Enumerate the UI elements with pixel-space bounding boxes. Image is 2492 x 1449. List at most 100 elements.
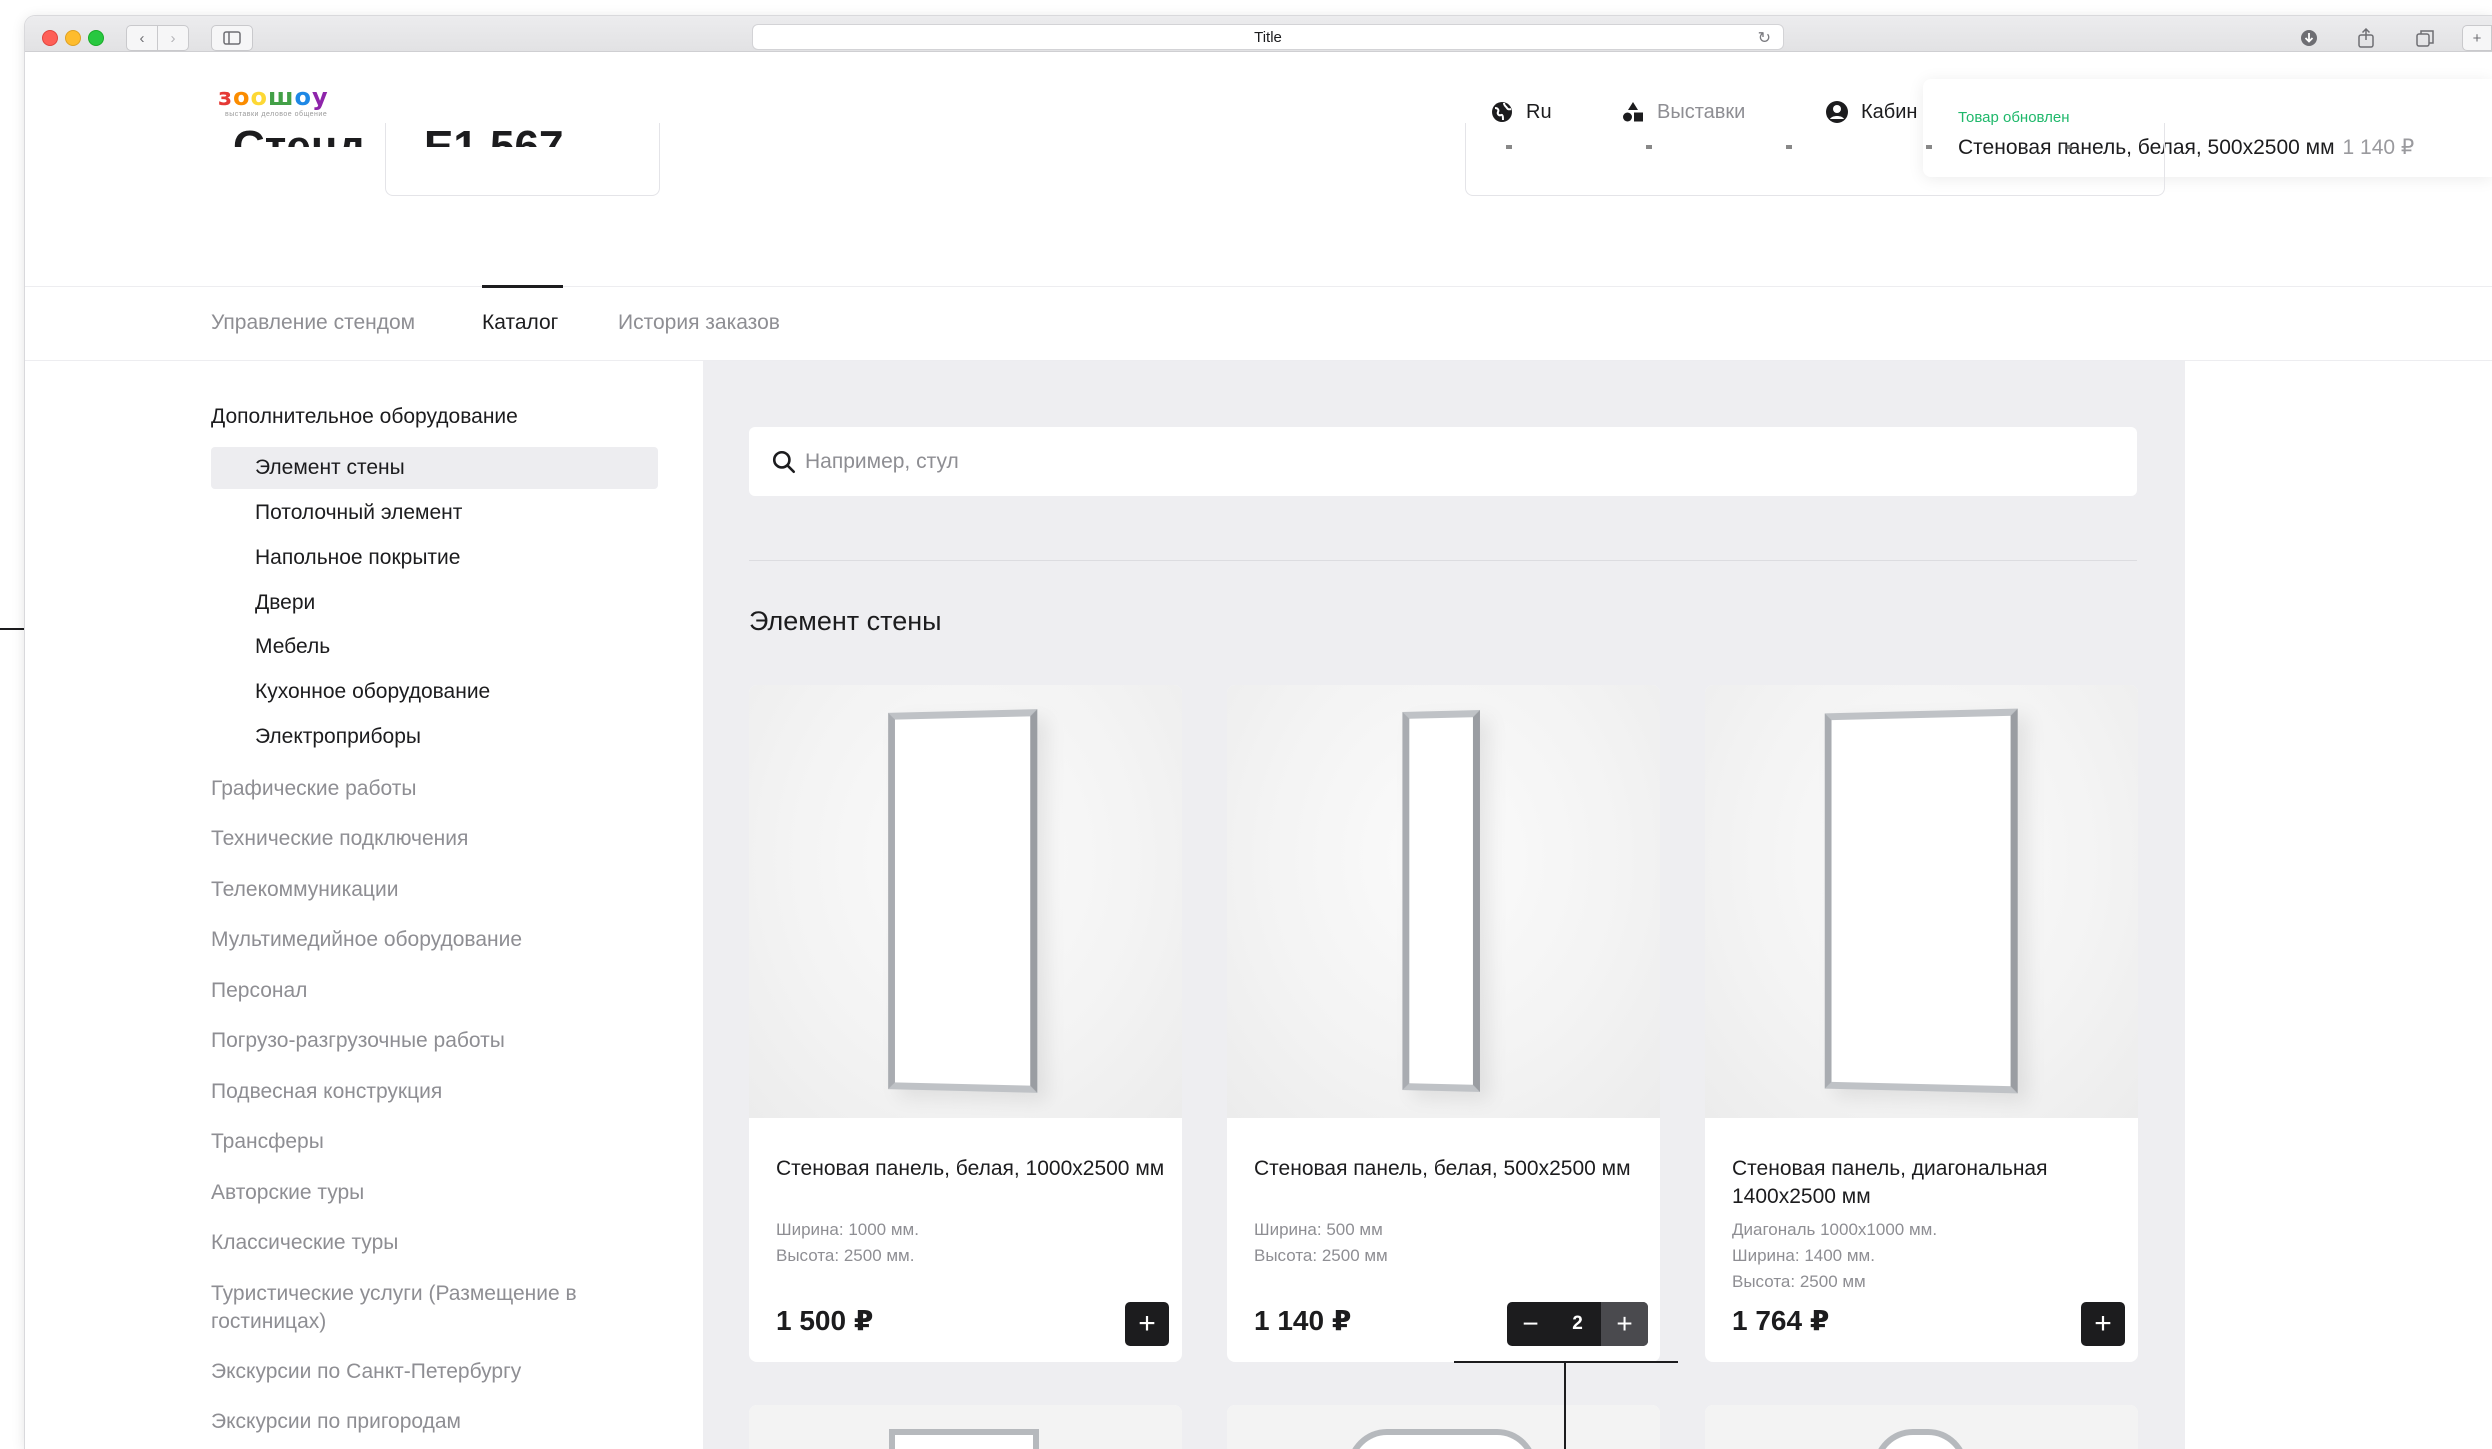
product-card-partial[interactable] [1705, 1405, 2138, 1449]
product-card[interactable]: Стеновая панель, диагональная 1400x2500 … [1705, 685, 2138, 1362]
product-name[interactable]: Стеновая панель, белая, 1000x2500 мм [776, 1155, 1166, 1183]
add-to-cart-button[interactable]: + [2081, 1302, 2125, 1346]
logo-subtitle: выставки деловое общение [225, 111, 328, 118]
minimize-window-button[interactable] [65, 30, 81, 46]
sidebar-category[interactable]: Телекоммуникации [211, 876, 631, 904]
tab-order-history[interactable]: История заказов [618, 311, 780, 335]
nav-cabinet[interactable]: Кабин [1825, 100, 1917, 124]
plus-icon: + [1138, 1307, 1156, 1340]
product-spec: Ширина: 1000 мм. [776, 1220, 919, 1239]
sidebar-item-ceiling-element[interactable]: Потолочный элемент [211, 492, 658, 534]
catalog-section-title: Элемент стены [749, 606, 942, 636]
close-window-button[interactable] [42, 30, 58, 46]
product-spec: Высота: 2500 мм. [776, 1246, 915, 1265]
tab-label: История заказов [618, 311, 780, 334]
tabs-overview-button[interactable] [2406, 25, 2444, 51]
product-card[interactable]: Стеновая панель, белая, 1000x2500 мм Шир… [749, 685, 1182, 1362]
exhibition-info-box [1465, 123, 2165, 196]
product-card[interactable]: Стеновая панель, белая, 500x2500 мм Шири… [1227, 685, 1660, 1362]
new-tab-button[interactable]: + [2462, 25, 2492, 51]
catalog-main: Например, стул Элемент стены Стеновая па… [703, 361, 2185, 1449]
product-spec: Высота: 2500 мм [1254, 1246, 1388, 1265]
product-card-partial[interactable] [1227, 1405, 1660, 1449]
sidebar-category[interactable]: Технические подключения [211, 825, 631, 853]
minus-icon: − [1522, 1308, 1539, 1339]
nav-exhibitions[interactable]: Выставки [1621, 100, 1745, 124]
sidebar-category[interactable]: Экскурсии по Санкт-Петербургу [211, 1358, 631, 1386]
product-price: 1 764 ₽ [1732, 1305, 1830, 1336]
tab-catalog[interactable]: Каталог [482, 285, 563, 335]
add-to-cart-button[interactable]: + [1125, 1302, 1169, 1346]
page: зоошоу выставки деловое общение Ru Выста… [25, 53, 2492, 1449]
sidebar-category[interactable]: Подвесная конструкция [211, 1078, 631, 1106]
tabs-icon [2416, 30, 2434, 47]
product-card-partial[interactable] [749, 1405, 1182, 1449]
product-spec: Ширина: 1400 мм. [1732, 1246, 1875, 1265]
wall-panel-image [1824, 708, 2018, 1094]
product-image[interactable] [1705, 685, 2138, 1118]
product-name[interactable]: Стеновая панель, белая, 500x2500 мм [1254, 1155, 1644, 1183]
back-button[interactable]: ‹ [126, 25, 158, 51]
annotation-pointer-horizontal [1454, 1361, 1678, 1363]
stand-number: E1 567 [424, 125, 563, 147]
sidebar-category[interactable]: Мультимедийное оборудование [211, 926, 631, 954]
toast-price: 1 140 ₽ [2342, 136, 2415, 159]
divider [749, 560, 2137, 561]
zoom-window-button[interactable] [88, 30, 104, 46]
product-spec: Высота: 2500 мм [1732, 1272, 1866, 1291]
product-image[interactable] [1227, 685, 1660, 1118]
sidebar-category[interactable]: Трансферы [211, 1128, 631, 1156]
share-button[interactable] [2347, 25, 2385, 51]
sidebar-item-flooring[interactable]: Напольное покрытие [211, 537, 658, 579]
forward-button[interactable]: › [157, 25, 189, 51]
language-switcher[interactable]: Ru [1490, 100, 1552, 124]
product-price: 1 500 ₽ [776, 1305, 874, 1336]
stand-number-box: E1 567 [385, 123, 660, 196]
language-label: Ru [1526, 100, 1552, 123]
page-title: Стенд [233, 125, 365, 147]
exhibition-info-text [1506, 145, 2106, 149]
wall-panel-image [889, 1429, 1039, 1449]
product-price: 1 140 ₽ [1254, 1305, 1352, 1336]
sidebar-item-kitchen[interactable]: Кухонное оборудование [211, 671, 658, 713]
tab-label: Управление стендом [211, 311, 416, 334]
wall-panel-image [1402, 710, 1480, 1092]
logo[interactable]: зоошоу [218, 83, 329, 111]
chevron-right-icon: › [170, 29, 176, 47]
nav-cabinet-label: Кабин [1861, 100, 1918, 123]
sidebar-category[interactable]: Графические работы [211, 775, 631, 803]
sidebar-item-appliances[interactable]: Электроприборы [211, 716, 658, 758]
sidebar-item-furniture[interactable]: Мебель [211, 626, 658, 668]
tab-stand-management[interactable]: Управление стендом [211, 311, 415, 335]
increase-quantity-button[interactable]: + [1601, 1302, 1648, 1346]
sidebar-category[interactable]: Авторские туры [211, 1179, 631, 1207]
quantity-value[interactable]: 2 [1554, 1313, 1601, 1335]
sidebar-category[interactable]: Персонал [211, 977, 631, 1005]
browser-window: ‹ › Title ↻ + зоошоу выставки деловое об… [25, 16, 2492, 1449]
page-tab-title: Title [1254, 28, 1282, 46]
sidebar-toggle-button[interactable] [211, 25, 253, 51]
user-circle-icon [1826, 101, 1848, 123]
sidebar-item-doors[interactable]: Двери [211, 582, 658, 624]
sidebar-category[interactable]: Классические туры [211, 1229, 631, 1257]
search-input[interactable]: Например, стул [749, 427, 2137, 496]
sidebar-item-wall-element[interactable]: Элемент стены [211, 447, 658, 489]
product-image[interactable] [749, 685, 1182, 1118]
sidebar-icon [223, 31, 241, 45]
sidebar-section-additional-equipment[interactable]: Дополнительное оборудование [211, 405, 518, 429]
sidebar-category[interactable]: Экскурсии по пригородам [211, 1408, 631, 1436]
quantity-stepper: − 2 + [1507, 1302, 1648, 1346]
nav-exhibitions-label: Выставки [1657, 100, 1746, 123]
downloads-button[interactable] [2290, 25, 2328, 51]
download-icon [2301, 30, 2317, 46]
address-bar[interactable]: Title ↻ [752, 24, 1784, 50]
globe-icon [1492, 102, 1512, 122]
sidebar-category[interactable]: Погрузо-разгрузочные работы [211, 1027, 631, 1055]
product-spec: Ширина: 500 мм [1254, 1220, 1383, 1239]
annotation-pointer-vertical [1564, 1362, 1566, 1449]
plus-icon: + [2094, 1307, 2112, 1340]
reload-icon[interactable]: ↻ [1758, 28, 1771, 48]
product-name[interactable]: Стеновая панель, диагональная 1400x2500 … [1732, 1155, 2122, 1211]
decrease-quantity-button[interactable]: − [1507, 1302, 1554, 1346]
sidebar-category[interactable]: Туристические услуги (Размещение в гости… [211, 1280, 611, 1336]
